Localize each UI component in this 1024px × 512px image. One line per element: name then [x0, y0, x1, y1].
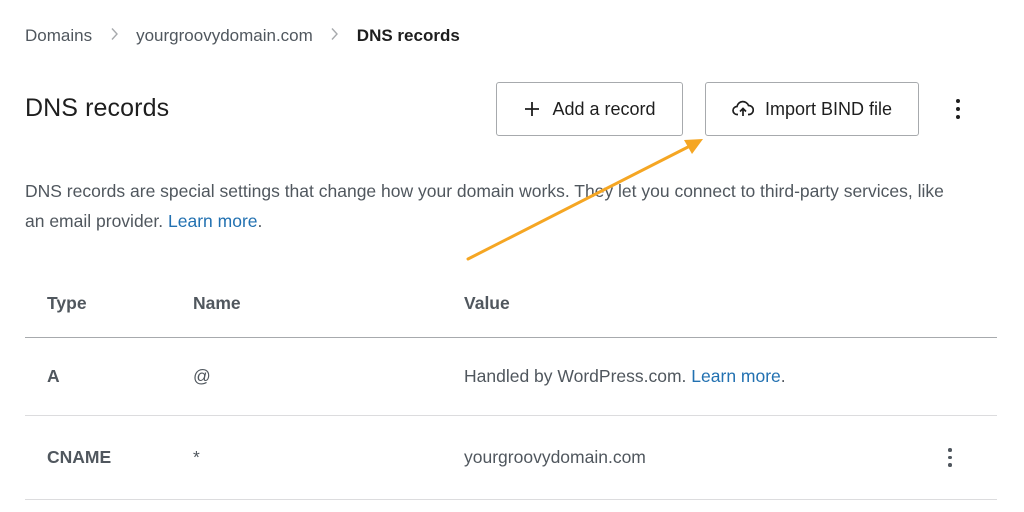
table-row: CNAME * yourgroovydomain.com [25, 416, 997, 500]
table-header: Type Name Value [25, 270, 997, 338]
record-value: Handled by WordPress.com. Learn more. [464, 366, 786, 386]
page-description: DNS records are special settings that ch… [25, 181, 944, 231]
breadcrumb-domains[interactable]: Domains [25, 26, 92, 46]
record-type: CNAME [47, 447, 112, 467]
add-record-label: Add a record [552, 98, 656, 119]
record-name: * [193, 447, 200, 467]
record-learn-more-link[interactable]: Learn more [691, 366, 781, 386]
record-name: @ [193, 366, 211, 386]
table-row: A @ Handled by WordPress.com. Learn more… [25, 338, 997, 416]
import-bind-button[interactable]: Import BIND file [705, 82, 919, 136]
more-options-button[interactable] [944, 94, 972, 124]
column-header-type: Type [47, 293, 87, 313]
breadcrumb-current: DNS records [356, 26, 460, 45]
column-header-value: Value [464, 293, 510, 313]
more-vertical-icon [948, 448, 952, 452]
column-header-name: Name [193, 293, 241, 313]
dns-records-table: Type Name Value A @ Handled by WordPress… [25, 270, 997, 500]
learn-more-link[interactable]: Learn more [168, 211, 258, 231]
import-bind-label: Import BIND file [764, 98, 893, 119]
record-value: yourgroovydomain.com [464, 447, 646, 467]
row-more-options-button[interactable] [940, 444, 960, 472]
description-text: DNS records are special settings that ch… [25, 181, 944, 231]
cloud-upload-icon [732, 100, 754, 118]
breadcrumb: Domains yourgroovydomain.com DNS records [25, 24, 460, 48]
chevron-right-icon [109, 26, 119, 46]
record-value-text: Handled by WordPress.com. [464, 366, 687, 386]
plus-icon [523, 100, 541, 118]
breadcrumb-domain[interactable]: yourgroovydomain.com [136, 26, 313, 46]
more-vertical-icon [956, 99, 960, 103]
page-title: DNS records [25, 94, 170, 122]
add-record-button[interactable]: Add a record [496, 82, 683, 136]
record-type: A [47, 366, 60, 386]
chevron-right-icon [330, 26, 340, 46]
